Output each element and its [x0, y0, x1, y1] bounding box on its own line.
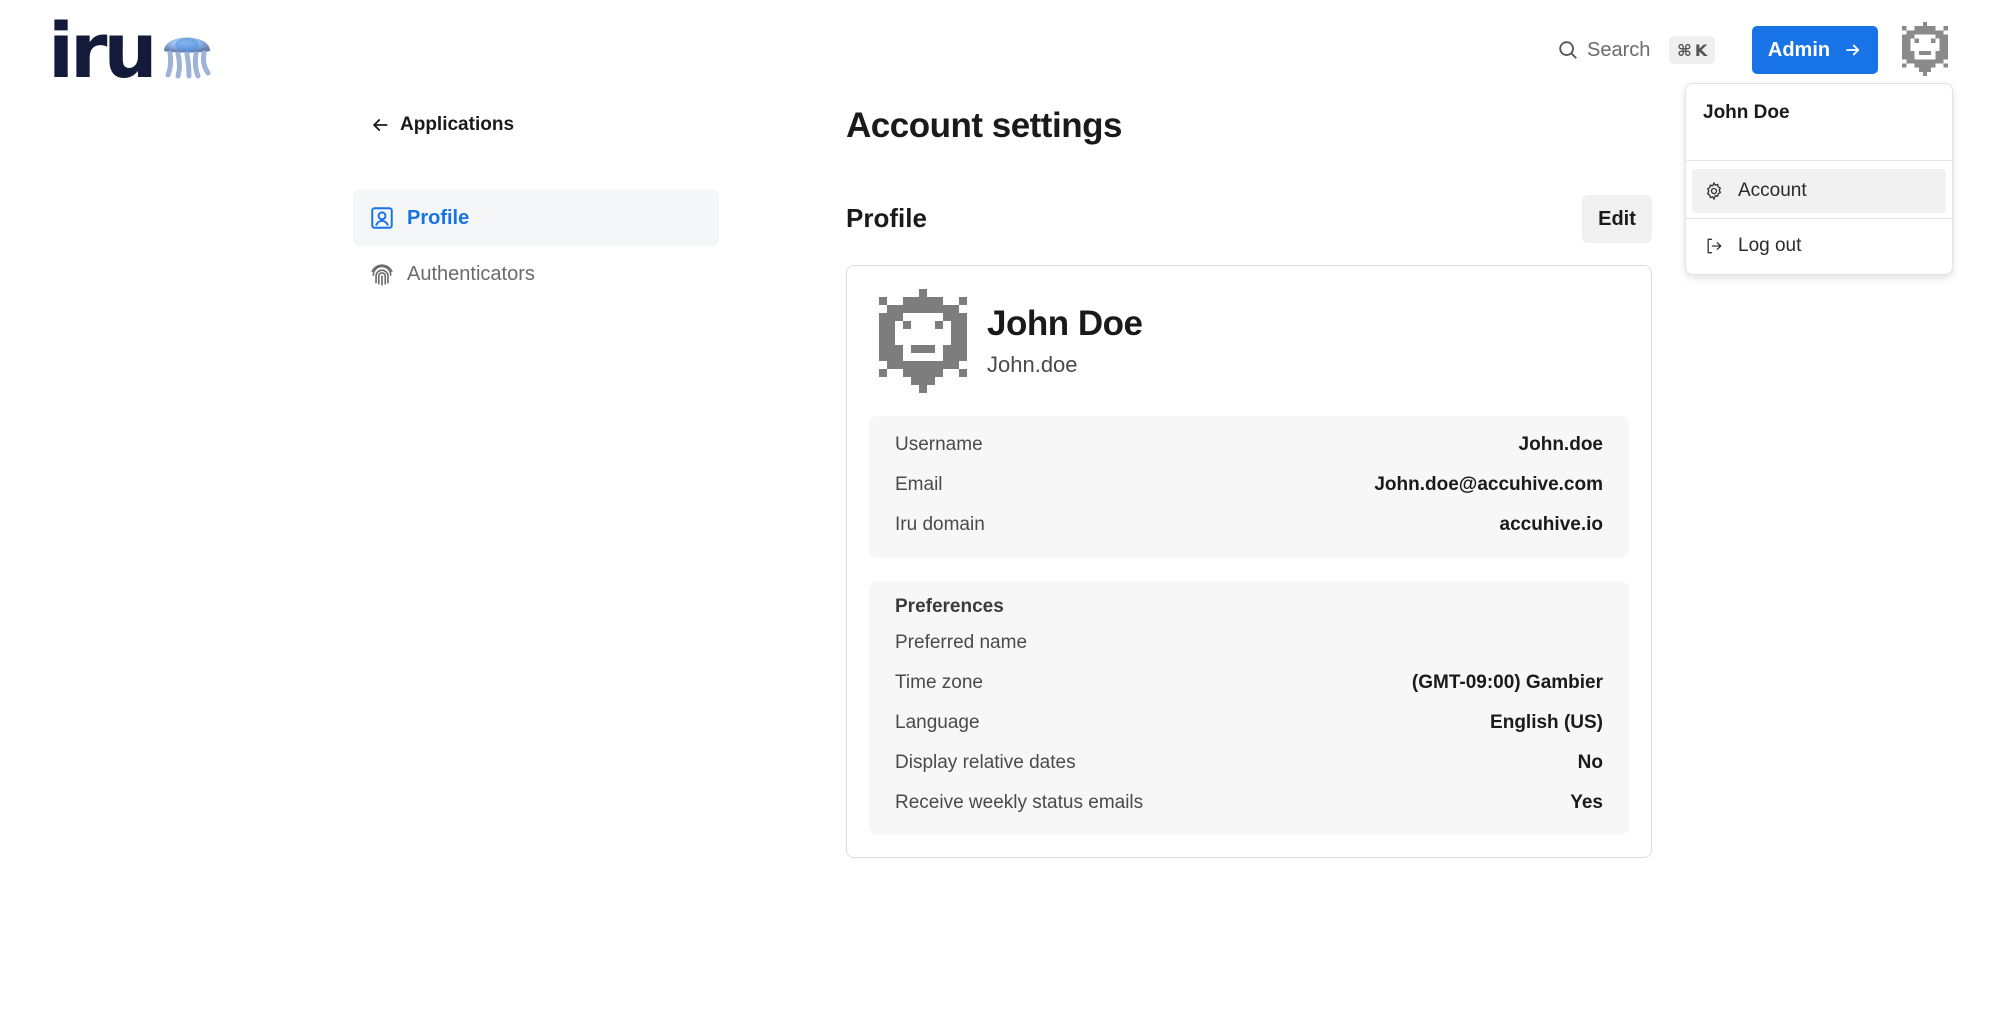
pref-label: Preferred name — [895, 632, 1028, 653]
arrow-right-icon — [1846, 44, 1860, 56]
menu-item-logout[interactable]: Log out — [1692, 224, 1946, 268]
jellyfish-logo-icon — [163, 37, 211, 79]
arrow-left-icon — [373, 119, 388, 131]
user-square-icon — [371, 207, 393, 229]
detail-row-email: Email John.doe@accuhive.com — [895, 470, 1603, 500]
profile-card: John Doe John.doe Username John.doe Emai… — [846, 265, 1652, 858]
pref-value: Yes — [1570, 792, 1603, 813]
menu-divider — [1686, 160, 1952, 161]
page-title: Account settings — [846, 106, 1122, 145]
search-shortcut-badge: ⌘ K — [1669, 36, 1716, 64]
pref-row-relative-dates: Display relative dates No — [895, 748, 1603, 778]
preferences-panel: Preferences Preferred name Time zone (GM… — [869, 581, 1629, 835]
search-label: Search — [1587, 38, 1651, 61]
profile-avatar — [879, 289, 967, 393]
logo-wordmark: iru — [48, 6, 158, 95]
menu-item-label: Account — [1738, 180, 1807, 201]
profile-handle: John.doe — [987, 352, 1078, 377]
detail-value: John.doe@accuhive.com — [1374, 474, 1603, 495]
detail-value: accuhive.io — [1499, 514, 1604, 535]
detail-row-domain: Iru domain accuhive.io — [895, 510, 1603, 540]
detail-row-username: Username John.doe — [895, 430, 1603, 460]
sidebar-item-authenticators[interactable]: Authenticators — [353, 246, 719, 302]
admin-button[interactable]: Admin — [1752, 26, 1878, 74]
back-to-applications-link[interactable]: Applications — [370, 114, 514, 136]
pref-value: (GMT-09:00) Gambier — [1411, 672, 1603, 693]
user-avatar-button[interactable] — [1902, 22, 1948, 76]
pref-value: English (US) — [1490, 712, 1603, 733]
user-menu-dropdown: John Doe Account Log out — [1685, 83, 1953, 275]
detail-label: Username — [895, 434, 983, 455]
command-key-symbol: ⌘ — [1677, 40, 1692, 60]
pref-label: Receive weekly status emails — [895, 792, 1144, 813]
menu-item-label: Log out — [1738, 235, 1802, 256]
pref-label: Display relative dates — [895, 752, 1076, 773]
sidebar-item-label: Authenticators — [407, 262, 535, 285]
sidebar-item-label: Profile — [407, 206, 470, 229]
search-button[interactable]: Search — [1557, 34, 1650, 66]
pref-row-time-zone: Time zone (GMT-09:00) Gambier — [895, 668, 1603, 698]
edit-button[interactable]: Edit — [1582, 195, 1652, 243]
menu-divider — [1686, 218, 1952, 219]
search-icon — [1559, 41, 1577, 59]
pref-label: Language — [895, 712, 980, 733]
detail-label: Iru domain — [895, 514, 985, 535]
logout-icon — [1707, 238, 1722, 254]
detail-value: John.doe — [1518, 434, 1603, 455]
section-title: Profile — [846, 203, 927, 233]
back-link-label: Applications — [400, 114, 515, 135]
account-details-panel: Username John.doe Email John.doe@accuhiv… — [869, 416, 1629, 558]
pref-label: Time zone — [895, 672, 983, 693]
detail-label: Email — [895, 474, 943, 495]
preferences-heading: Preferences — [895, 596, 1004, 617]
pref-value: No — [1577, 752, 1603, 773]
iru-logo[interactable]: iru — [48, 13, 214, 89]
gear-icon — [1706, 181, 1722, 201]
profile-name: John Doe — [987, 304, 1143, 343]
admin-button-label: Admin — [1767, 38, 1831, 61]
pref-row-language: Language English (US) — [895, 708, 1603, 738]
shortcut-key: K — [1694, 40, 1708, 60]
sidebar-item-profile[interactable]: Profile — [353, 190, 719, 246]
fingerprint-icon — [371, 264, 393, 286]
pref-row-preferred-name: Preferred name — [895, 628, 1603, 658]
user-menu-name: John Doe — [1703, 102, 1790, 123]
menu-item-account[interactable]: Account — [1692, 169, 1946, 213]
pref-row-weekly-emails: Receive weekly status emails Yes — [895, 788, 1603, 818]
